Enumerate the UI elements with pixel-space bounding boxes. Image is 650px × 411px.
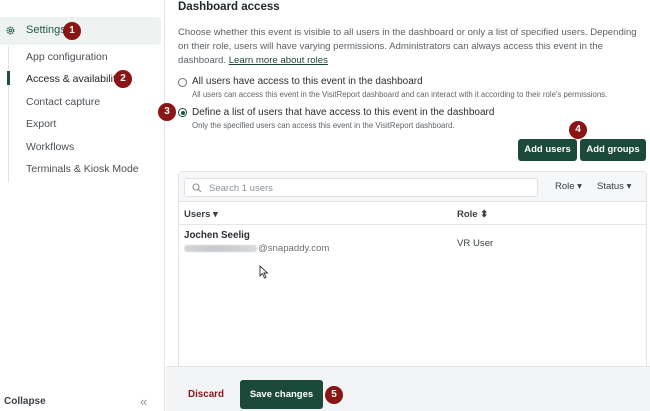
sidebar-item-contact-capture[interactable]: Contact capture: [26, 96, 100, 108]
main-content: Dashboard access Choose whether this eve…: [158, 0, 650, 411]
user-email: @snapaddy.com: [184, 243, 329, 254]
option-all-users-title: All users have access to this event in t…: [192, 76, 423, 87]
sidebar-item-terminals-kiosk[interactable]: Terminals & Kiosk Mode: [26, 163, 139, 175]
column-header-users[interactable]: Users ▾: [184, 209, 218, 220]
section-description: Choose whether this event is visible to …: [178, 26, 646, 68]
active-indicator: [7, 71, 10, 85]
search-field[interactable]: [184, 178, 538, 197]
step-badge: 4: [569, 121, 587, 139]
sidebar-item-label: Settings: [26, 24, 66, 36]
column-header-role[interactable]: Role ⬍: [457, 209, 488, 220]
redacted-email-prefix: [184, 244, 257, 252]
gear-icon: [6, 26, 15, 35]
email-domain: @snapaddy.com: [258, 243, 330, 254]
collapse-button[interactable]: Collapse: [4, 396, 46, 407]
sidebar-item-app-configuration[interactable]: App configuration: [26, 51, 108, 63]
mouse-cursor-icon: [259, 265, 269, 279]
step-badge: 1: [63, 22, 81, 40]
step-badge: 2: [114, 70, 132, 88]
search-icon: [192, 183, 202, 193]
radio-defined-users[interactable]: [178, 108, 187, 117]
radio-all-users[interactable]: [178, 78, 187, 87]
user-name: Jochen Seelig: [184, 230, 250, 241]
subnav-divider: [8, 46, 9, 182]
page-title: Dashboard access: [178, 1, 280, 13]
option-all-users-subtitle: All users can access this event in the V…: [192, 90, 608, 99]
discard-button[interactable]: Discard: [188, 389, 224, 400]
step-badge: 3: [158, 103, 176, 121]
role-filter[interactable]: Role ▾: [555, 181, 582, 192]
sidebar-item-access-availability[interactable]: Access & availability: [26, 73, 121, 85]
sidebar: Settings 1 App configuration Access & av…: [0, 0, 165, 411]
search-input[interactable]: [209, 181, 529, 195]
learn-more-link[interactable]: Learn more about roles: [229, 55, 328, 66]
sidebar-item-export[interactable]: Export: [26, 118, 56, 130]
status-filter[interactable]: Status ▾: [597, 181, 631, 192]
add-users-button[interactable]: Add users: [518, 139, 577, 161]
option-defined-users-title: Define a list of users that have access …: [192, 107, 495, 118]
add-groups-button[interactable]: Add groups: [580, 139, 646, 161]
chevron-double-left-icon[interactable]: «: [140, 394, 147, 409]
user-role: VR User: [457, 238, 494, 249]
users-table-panel: Role ▾ Status ▾ Users ▾ Role ⬍ Jochen Se…: [178, 171, 647, 366]
table-toolbar: Role ▾ Status ▾: [179, 172, 646, 202]
footer-bar: Discard Save changes 5: [166, 366, 650, 411]
save-changes-button[interactable]: Save changes: [240, 380, 323, 409]
sidebar-item-workflows[interactable]: Workflows: [26, 141, 74, 153]
header-divider: [179, 224, 646, 225]
step-badge: 5: [325, 386, 343, 404]
option-defined-users-subtitle: Only the specified users can access this…: [192, 121, 455, 130]
